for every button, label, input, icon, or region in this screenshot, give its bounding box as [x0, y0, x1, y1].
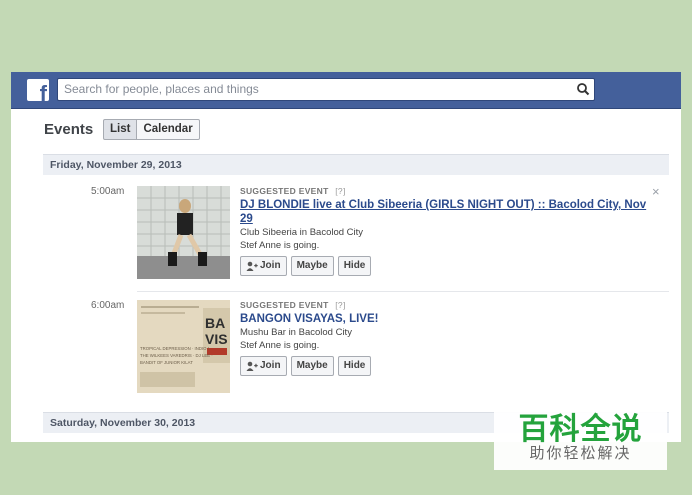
hide-button[interactable]: Hide	[337, 356, 372, 376]
maybe-button[interactable]: Maybe	[290, 256, 334, 276]
event-actions: Join Maybe Hide	[240, 356, 660, 376]
event-details: SUGGESTED EVENT [?] BANGON VISAYAS, LIVE…	[240, 300, 660, 376]
add-person-icon	[246, 361, 258, 371]
date-header-label: Saturday, November 30, 2013	[50, 417, 196, 429]
top-bar: f Search for people, places and things	[11, 72, 681, 109]
event-going: Stef Anne is going.	[240, 240, 320, 251]
add-person-icon	[246, 261, 258, 271]
date-header-label: Friday, November 29, 2013	[50, 159, 182, 171]
event-venue: Club Sibeeria in Bacolod City	[240, 227, 364, 238]
event-details: SUGGESTED EVENT [?] DJ BLONDIE live at C…	[240, 186, 660, 276]
event-going: Stef Anne is going.	[240, 340, 320, 351]
poster-line-3: BANDIT OF JUNIOR KILAT	[140, 360, 193, 365]
event-time: 6:00am	[91, 300, 125, 311]
event-actions: Join Maybe Hide	[240, 256, 660, 276]
suggested-label: SUGGESTED EVENT [?]	[240, 300, 660, 310]
facebook-events-window: f Search for people, places and things E…	[11, 72, 681, 442]
poster-side-text-1: BA	[205, 315, 225, 331]
search-input[interactable]: Search for people, places and things	[57, 78, 595, 101]
facebook-logo-icon[interactable]: f	[27, 79, 49, 101]
close-icon[interactable]: ×	[652, 184, 660, 199]
suggested-text: SUGGESTED EVENT	[240, 186, 329, 196]
event-title-link[interactable]: BANGON VISAYAS, LIVE!	[240, 312, 660, 326]
page-title: Events	[44, 121, 94, 138]
suggested-label: SUGGESTED EVENT [?]	[240, 186, 660, 196]
maybe-button[interactable]: Maybe	[290, 356, 334, 376]
date-header: Friday, November 29, 2013	[43, 154, 669, 175]
join-label: Join	[260, 260, 281, 271]
search-placeholder: Search for people, places and things	[64, 82, 259, 96]
event-poster[interactable]: BA VIS TROPICAL DEPRESSION · INDIO I THE…	[137, 300, 230, 393]
event-time: 5:00am	[91, 186, 125, 197]
help-link[interactable]: [?]	[335, 300, 345, 310]
join-button[interactable]: Join	[240, 256, 287, 276]
watermark-tagline: 助你轻松解决	[529, 445, 632, 462]
event-photo[interactable]	[137, 186, 230, 279]
poster-line-2: THE WILKEES VAREDRIS · DJ LEE ·	[140, 353, 213, 358]
join-button[interactable]: Join	[240, 356, 287, 376]
poster-line-1: TROPICAL DEPRESSION · INDIO I	[140, 346, 209, 351]
suggested-text: SUGGESTED EVENT	[240, 300, 329, 310]
help-link[interactable]: [?]	[335, 186, 345, 196]
hide-button[interactable]: Hide	[337, 256, 372, 276]
join-label: Join	[260, 360, 281, 371]
tab-list[interactable]: List	[103, 119, 138, 140]
search-icon[interactable]	[576, 82, 590, 96]
view-tabs: List Calendar	[103, 119, 200, 140]
poster-side-text-2: VIS	[205, 331, 228, 347]
watermark: 百科全说 助你轻松解决	[494, 398, 667, 470]
event-venue: Mushu Bar in Bacolod City	[240, 327, 352, 338]
divider	[137, 291, 669, 292]
tab-calendar[interactable]: Calendar	[137, 119, 200, 140]
event-title-link[interactable]: DJ BLONDIE live at Club Sibeeria (GIRLS …	[240, 198, 660, 226]
